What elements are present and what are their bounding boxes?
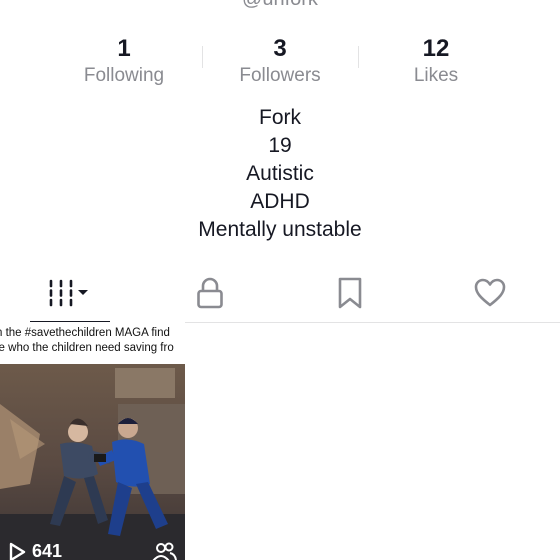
followers-label: Followers <box>239 65 321 86</box>
bio-line: Fork <box>259 106 301 129</box>
caption-line: n the #savethechildren MAGA find <box>0 327 170 339</box>
video-caption: n the #savethechildren MAGA find le who … <box>0 326 185 356</box>
profile-tabs <box>0 264 560 323</box>
heart-icon <box>474 278 506 307</box>
likes-label: Likes <box>413 65 459 86</box>
video-grid: n the #savethechildren MAGA find le who … <box>0 322 560 560</box>
video-frame-image <box>0 364 185 560</box>
play-icon <box>9 542 26 560</box>
view-count: 641 <box>8 541 62 560</box>
people-icon <box>152 542 177 560</box>
tab-saved[interactable] <box>280 264 420 322</box>
tab-private[interactable] <box>140 264 280 322</box>
profile-bio: Fork 19 Autistic ADHD Mentally unstable <box>0 104 560 244</box>
bio-line: Autistic <box>246 162 314 185</box>
caption-line: le who the children need saving fro <box>0 342 174 354</box>
likes-count: 12 <box>422 35 450 62</box>
following-label: Following <box>83 65 165 86</box>
bio-line: 19 <box>268 134 292 157</box>
profile-page: @unfork 1 Following 3 Followers 12 Likes… <box>0 0 560 560</box>
following-stat[interactable]: 1 Following <box>46 34 202 90</box>
profile-stats: 1 Following 3 Followers 12 Likes <box>46 34 514 90</box>
bio-line: Mentally unstable <box>198 218 362 241</box>
followers-stat[interactable]: 3 Followers <box>202 34 358 90</box>
username: @unfork <box>0 0 560 11</box>
bio-line: ADHD <box>250 190 310 213</box>
view-count-value: 641 <box>32 541 63 560</box>
lock-icon <box>197 277 223 309</box>
video-thumbnail[interactable]: n the #savethechildren MAGA find le who … <box>0 322 185 560</box>
likes-stat[interactable]: 12 Likes <box>358 34 514 90</box>
tab-liked[interactable] <box>420 264 560 322</box>
grid-icon <box>49 279 88 307</box>
following-count: 1 <box>117 35 131 62</box>
followers-count: 3 <box>273 35 287 62</box>
bookmark-icon <box>338 277 362 309</box>
tab-videos[interactable] <box>0 264 140 323</box>
